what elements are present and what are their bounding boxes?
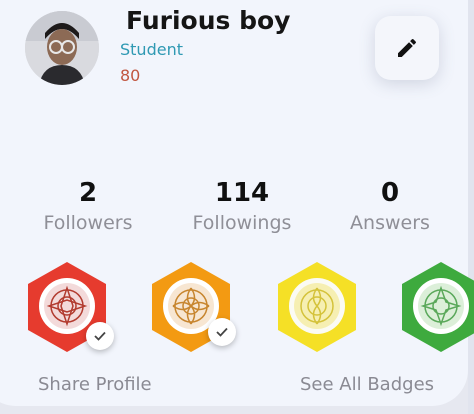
profile-points: 80 (120, 66, 141, 85)
badge-red[interactable] (22, 258, 114, 354)
badge-orange[interactable] (146, 258, 236, 354)
stat-followings[interactable]: 114 Followings (167, 178, 317, 234)
badge-green[interactable] (396, 258, 474, 354)
answers-label: Answers (350, 212, 430, 234)
profile-role: Student (120, 40, 183, 59)
followings-label: Followings (192, 212, 292, 234)
badge-green-icon (402, 262, 474, 352)
badge-orange-check (208, 318, 236, 346)
edit-profile-button[interactable] (375, 16, 439, 80)
badge-yellow[interactable] (272, 258, 362, 354)
followings-count: 114 (214, 178, 270, 208)
avatar[interactable] (25, 11, 99, 85)
followers-count: 2 (78, 178, 98, 208)
stat-followers[interactable]: 2 Followers (13, 178, 163, 234)
pencil-icon (398, 38, 416, 57)
see-all-badges-link[interactable]: See All Badges (300, 374, 434, 395)
check-icon (216, 327, 228, 337)
badge-red-check (86, 322, 114, 350)
check-icon (94, 331, 106, 341)
profile-name: Furious boy (126, 6, 291, 35)
badge-yellow-icon (278, 262, 356, 352)
share-profile-link[interactable]: Share Profile (38, 374, 152, 395)
avatar-image (25, 11, 99, 85)
stat-answers[interactable]: 0 Answers (315, 178, 465, 234)
followers-label: Followers (43, 212, 133, 234)
answers-count: 0 (380, 178, 400, 208)
